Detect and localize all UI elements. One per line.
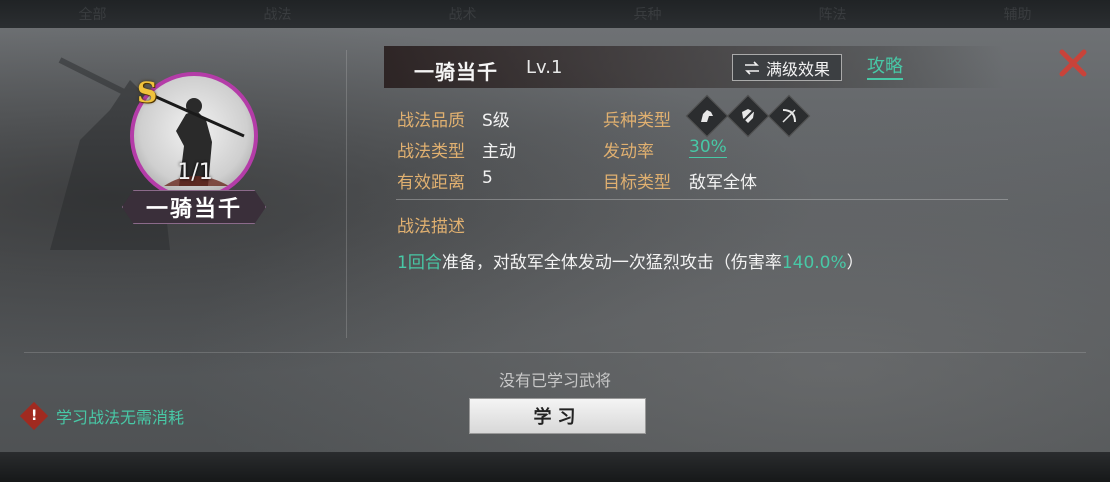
close-button[interactable]	[1056, 46, 1090, 80]
quality-value: S级	[482, 111, 510, 131]
range-value: 5	[482, 168, 493, 188]
bottom-bar	[0, 452, 1110, 482]
close-icon	[1059, 49, 1087, 77]
no-learned-general-text: 没有已学习武将	[498, 371, 611, 390]
turns-highlight: 1回合	[397, 253, 442, 273]
warning-icon: !	[19, 401, 49, 431]
learn-cost-hint: ! 学习战法无需消耗	[19, 401, 185, 431]
description-title: 战法描述	[397, 217, 465, 237]
skill-count: 1/1	[177, 160, 213, 185]
top-tab[interactable]: 战术	[449, 4, 477, 24]
max-level-effect-label: 满级效果	[765, 59, 830, 79]
hint-text: 学习战法无需消耗	[56, 408, 185, 427]
top-tab[interactable]: 战法	[264, 4, 292, 24]
target-type-label: 目标类型	[603, 173, 671, 193]
target-type-value: 敌军全体	[689, 173, 757, 193]
skill-level: Lv.1	[526, 57, 563, 78]
quality-label: 战法品质	[397, 111, 465, 131]
skill-title: 一骑当千	[414, 60, 498, 84]
range-label: 有效距离	[397, 173, 465, 193]
trigger-rate-value[interactable]: 30%	[689, 137, 727, 158]
skill-name-plate: 一骑当千	[122, 190, 266, 224]
learn-button[interactable]: 学习	[469, 398, 646, 434]
type-label: 战法类型	[397, 142, 465, 162]
top-tab[interactable]: 辅助	[1004, 4, 1032, 24]
troop-type-label: 兵种类型	[603, 111, 671, 131]
description-body: 准备，对敌军全体发动一次猛烈攻击（伤害率	[441, 253, 782, 273]
footer-divider	[24, 352, 1086, 353]
trigger-rate-label: 发动率	[603, 142, 654, 162]
info-divider	[396, 199, 1008, 200]
description-text: 1回合准备，对敌军全体发动一次猛烈攻击（伤害率140.0%）	[397, 248, 864, 273]
type-value: 主动	[482, 142, 516, 162]
top-tab[interactable]: 阵法	[819, 4, 847, 24]
swap-arrows-icon	[744, 60, 759, 75]
vertical-divider	[346, 50, 347, 338]
damage-rate-highlight: 140.0%	[781, 253, 847, 273]
top-tab[interactable]: 兵种	[634, 4, 662, 24]
max-level-effect-button[interactable]: 满级效果	[732, 54, 842, 81]
description-end: ）	[846, 253, 864, 273]
guide-link[interactable]: 攻略	[867, 56, 903, 80]
rank-badge: S	[137, 76, 158, 109]
